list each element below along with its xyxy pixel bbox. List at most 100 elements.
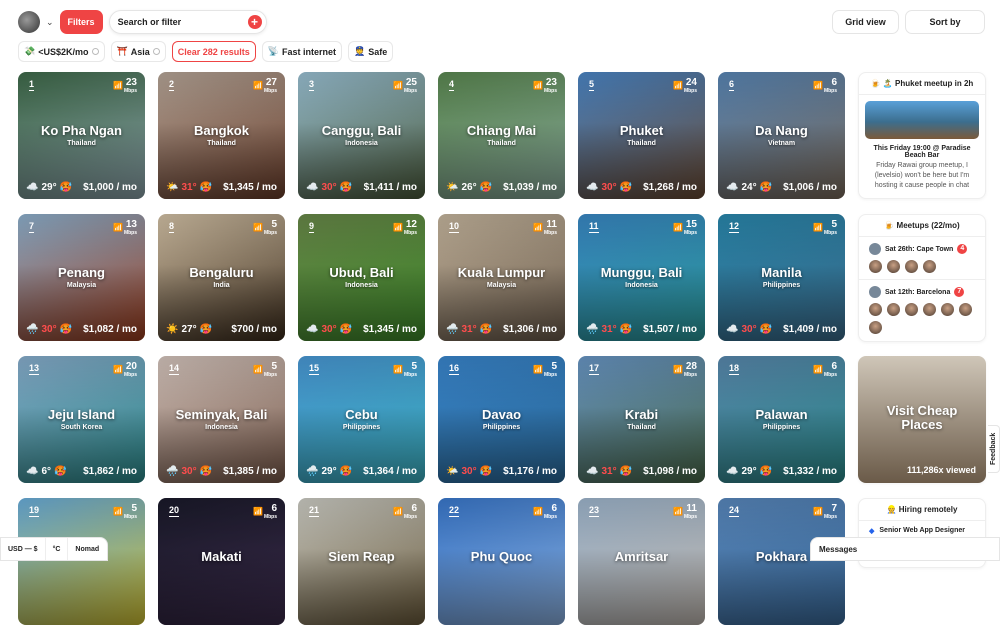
city-card[interactable]: 23 📶 11 Mbps Amritsar — [578, 498, 705, 625]
monthly-cost: $1,385 / mo — [223, 466, 277, 477]
monthly-cost: $1,039 / mo — [503, 182, 557, 193]
city-card[interactable]: 14 📶 5 Mbps Seminyak, Bali Indonesia 🌧️ 30… — [158, 356, 285, 483]
attendee-avatar[interactable] — [905, 260, 918, 273]
weather-icon: ☁️ — [726, 324, 739, 335]
attendee-avatar[interactable] — [959, 303, 972, 316]
city-name: Manila — [761, 265, 802, 280]
heat-face-icon: 🥵 — [59, 324, 73, 335]
city-rank: 18 — [729, 363, 740, 375]
filter-chip[interactable]: 👮 Safe — [348, 41, 394, 62]
weather-icon: 🌧️ — [26, 324, 39, 335]
city-card[interactable]: 19 📶 5 Mbps — [18, 498, 145, 625]
attendee-avatar[interactable] — [869, 321, 882, 334]
grid-view-button[interactable]: Grid view — [832, 10, 899, 34]
city-name: Penang — [58, 265, 105, 280]
filter-chip[interactable]: ⛩️ Asia — [110, 41, 166, 62]
wifi-icon: 📶 — [113, 223, 123, 232]
city-name: Bengaluru — [189, 265, 254, 280]
filter-chip[interactable]: 📡 Fast internet — [261, 41, 343, 62]
weather-icon: 🌤️ — [166, 182, 179, 193]
wifi-icon: 📶 — [533, 81, 543, 90]
city-country: Indonesia — [345, 282, 378, 289]
city-card[interactable]: 20 📶 6 Mbps Makati — [158, 498, 285, 625]
monthly-cost: $1,082 / mo — [83, 324, 137, 335]
meetup-item[interactable]: Sat 12th: Barcelona 7 — [859, 279, 985, 301]
temperature: 29° — [741, 466, 757, 477]
city-card[interactable]: 17 📶 28 Mbps Krabi Thailand ☁️ 31° 🥵 $1,09… — [578, 356, 705, 483]
temperature: 30° — [181, 466, 197, 477]
city-card[interactable]: 24 📶 7 Mbps Pokhara — [718, 498, 845, 625]
city-name: Cebu — [345, 407, 378, 422]
monthly-cost: $1,507 / mo — [643, 324, 697, 335]
monthly-cost: $1,332 / mo — [783, 466, 837, 477]
monthly-cost: $1,411 / mo — [363, 182, 417, 193]
attendee-avatar[interactable] — [887, 303, 900, 316]
attendee-avatar[interactable] — [941, 303, 954, 316]
attendee-avatar[interactable] — [869, 260, 882, 273]
feedback-tab[interactable]: Feedback — [988, 425, 1000, 473]
visit-cheap-places-card[interactable]: Visit Cheap Places 111,286x viewed — [858, 356, 986, 483]
weather-icon: ☁️ — [26, 466, 39, 477]
filter-chip[interactable]: 💸 <US$2K/mo — [18, 41, 105, 62]
add-filter-icon[interactable]: + — [247, 15, 262, 29]
internet-speed: 📶 6 Mbps — [253, 503, 277, 521]
attendee-avatar[interactable] — [923, 303, 936, 316]
city-card[interactable]: 6 📶 6 Mbps Da Nang Vietnam ☁️ 24° 🥵 $1,006… — [718, 72, 845, 199]
city-card[interactable]: 4 📶 23 Mbps Chiang Mai Thailand 🌤️ 26° 🥵 $… — [438, 72, 565, 199]
attendee-avatar[interactable] — [869, 303, 882, 316]
city-rank: 21 — [309, 505, 320, 517]
city-country: Thailand — [207, 140, 236, 147]
city-card[interactable]: 3 📶 25 Mbps Canggu, Bali Indonesia ☁️ 30° … — [298, 72, 425, 199]
city-card[interactable]: 12 📶 5 Mbps Manila Philippines ☁️ 30° 🥵 $1… — [718, 214, 845, 341]
filter-chip[interactable]: Clear 282 results — [171, 41, 256, 62]
city-card[interactable]: 10 📶 11 Mbps Kuala Lumpur Malaysia 🌧️ 31° … — [438, 214, 565, 341]
city-card[interactable]: 8 📶 5 Mbps Bengaluru India ☀️ 27° 🥵 $700 /… — [158, 214, 285, 341]
heat-face-icon: 🥵 — [199, 182, 213, 193]
meetup-item[interactable]: Sat 26th: Cape Town 4 — [859, 237, 985, 258]
internet-speed: 📶 23 Mbps — [533, 77, 557, 95]
weather-icon: ☁️ — [306, 324, 319, 335]
card-footer: 🌧️ 30° 🥵 $1,385 / mo — [166, 466, 277, 477]
card-footer: ☁️ 30° 🥵 $1,409 / mo — [726, 324, 837, 335]
city-card[interactable]: 11 📶 15 Mbps Munggu, Bali Indonesia 🌧️ 31°… — [578, 214, 705, 341]
city-card[interactable]: 9 📶 12 Mbps Ubud, Bali Indonesia ☁️ 30° 🥵 … — [298, 214, 425, 341]
city-card[interactable]: 22 📶 6 Mbps Phu Quoc — [438, 498, 565, 625]
filter-chips: 💸 <US$2K/mo ⛩️ Asia Clear 282 results 📡 Fast i… — [18, 41, 394, 62]
internet-speed: 📶 11 Mbps — [533, 219, 557, 237]
city-card[interactable]: 21 📶 6 Mbps Siem Reap — [298, 498, 425, 625]
remove-chip-icon[interactable] — [152, 48, 160, 55]
attendee-avatar[interactable] — [905, 303, 918, 316]
user-avatar[interactable] — [18, 11, 40, 33]
search-input[interactable]: Search or filter + — [108, 10, 267, 34]
city-card[interactable]: 18 📶 6 Mbps Palawan Philippines ☁️ 29° 🥵 $… — [718, 356, 845, 483]
weather-icon: 🌧️ — [166, 466, 179, 477]
temperature: 30° — [461, 466, 477, 477]
city-card[interactable]: 2 📶 27 Mbps Bangkok Thailand 🌤️ 31° 🥵 $1,3… — [158, 72, 285, 199]
city-card[interactable]: 13 📶 20 Mbps Jeju Island South Korea ☁️ 6°… — [18, 356, 145, 483]
filters-button[interactable]: Filters — [59, 10, 103, 34]
temperature: 30° — [41, 324, 57, 335]
internet-speed: 📶 11 Mbps — [673, 503, 697, 521]
city-card[interactable]: 1 📶 23 Mbps Ko Pha Ngan Thailand ☁️ 29° 🥵 … — [18, 72, 145, 199]
units-selector[interactable]: °C — [46, 538, 69, 560]
messages-panel[interactable]: Messages — [810, 537, 1000, 561]
city-card[interactable]: 15 📶 5 Mbps Cebu Philippines 🌧️ 29° 🥵 $1,3… — [298, 356, 425, 483]
attendee-avatar[interactable] — [923, 260, 936, 273]
chevron-down-icon[interactable]: ⌄ — [46, 17, 54, 28]
city-country: India — [213, 282, 230, 289]
meetup-card[interactable]: 🍺 🏝️ Phuket meetup in 2h This Friday 19:… — [858, 72, 986, 199]
monthly-cost: $1,409 / mo — [783, 324, 837, 335]
wifi-icon: 📶 — [813, 81, 823, 90]
city-card[interactable]: 16 📶 5 Mbps Davao Philippines 🌤️ 30° 🥵 $1,… — [438, 356, 565, 483]
remove-chip-icon[interactable] — [91, 48, 99, 55]
city-card[interactable]: 5 📶 24 Mbps Phuket Thailand ☁️ 30° 🥵 $1,26… — [578, 72, 705, 199]
city-card[interactable]: 7 📶 13 Mbps Penang Malaysia 🌧️ 30° 🥵 $1,08… — [18, 214, 145, 341]
currency-selector[interactable]: USD — $ — [1, 538, 46, 560]
city-thumb-icon — [869, 243, 881, 255]
sort-by-button[interactable]: Sort by — [905, 10, 985, 34]
mode-selector[interactable]: Nomad — [68, 538, 106, 560]
attendee-avatar[interactable] — [887, 260, 900, 273]
city-country: Malaysia — [66, 282, 97, 289]
internet-speed: 📶 12 Mbps — [393, 219, 417, 237]
wifi-icon: 📶 — [253, 223, 263, 232]
